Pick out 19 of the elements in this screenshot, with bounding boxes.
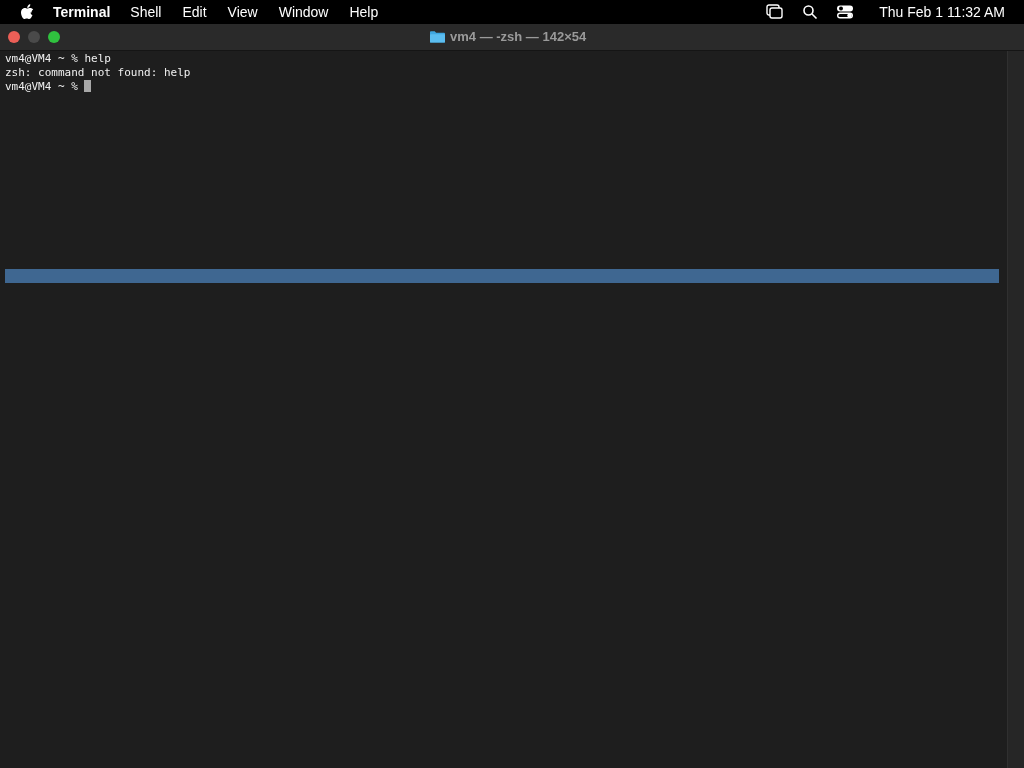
menu-item[interactable]: Help (349, 4, 379, 20)
zoom-button[interactable] (48, 31, 60, 43)
terminal-line: vm4@VM4 ~ % help (5, 51, 111, 65)
terminal-line: zsh: command not found: help (5, 65, 191, 79)
menu-item[interactable]: Window (278, 4, 329, 20)
menu-item[interactable]: Shell (130, 4, 162, 20)
app-menu[interactable]: Terminal (53, 4, 111, 20)
scrollbar[interactable] (1007, 51, 1024, 768)
window-title: vm4 — -zsh — 142×54 (450, 29, 587, 44)
toggles-icon[interactable] (836, 4, 855, 20)
folder-icon (430, 30, 445, 43)
clock: Thu Feb 1 11:32 AM (879, 4, 1005, 20)
apple-logo-icon[interactable] (20, 4, 34, 20)
menu-item[interactable]: Edit (182, 4, 207, 20)
menu-item[interactable]: View (227, 4, 258, 20)
terminal-line: vm4@VM4 ~ % (5, 79, 79, 93)
search-icon[interactable] (801, 4, 820, 20)
windows-icon[interactable] (766, 4, 785, 20)
close-button[interactable] (8, 31, 20, 43)
